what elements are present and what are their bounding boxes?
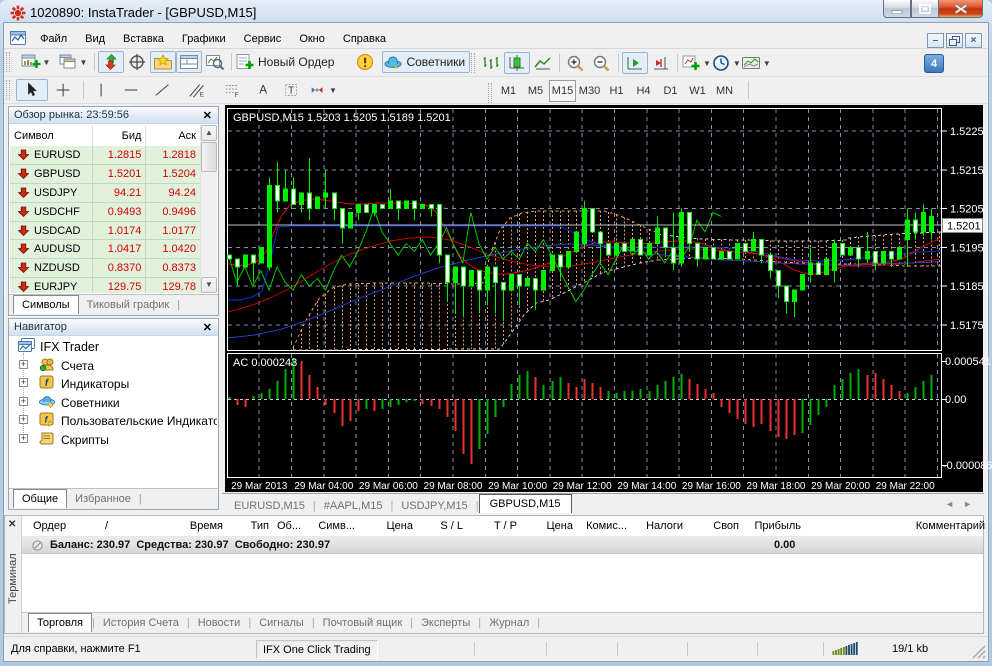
svg-text:F: F xyxy=(234,92,238,99)
svg-text:0.000541: 0.000541 xyxy=(945,356,991,368)
svg-text:1.5215: 1.5215 xyxy=(950,165,984,177)
svg-text:29 Mar 18:00: 29 Mar 18:00 xyxy=(747,481,806,492)
svg-text:29 Mar 04:00: 29 Mar 04:00 xyxy=(294,481,353,492)
svg-text:0.00: 0.00 xyxy=(945,394,966,406)
svg-text:T: T xyxy=(288,86,294,97)
svg-text:29 Mar 06:00: 29 Mar 06:00 xyxy=(359,481,418,492)
svg-text:29 Mar 12:00: 29 Mar 12:00 xyxy=(553,481,612,492)
svg-text:1.5205: 1.5205 xyxy=(950,204,984,216)
svg-text:GBPUSD,M15 1.5203 1.5205 1.51: GBPUSD,M15 1.5203 1.5205 1.5189 1.5201 xyxy=(233,112,451,124)
svg-text:1.5225: 1.5225 xyxy=(950,126,984,138)
svg-text:1.5175: 1.5175 xyxy=(950,320,984,332)
svg-text:29 Mar 22:00: 29 Mar 22:00 xyxy=(876,481,935,492)
svg-text:29 Mar 14:00: 29 Mar 14:00 xyxy=(617,481,676,492)
svg-text:29 Mar 2013: 29 Mar 2013 xyxy=(231,481,288,492)
svg-text:29 Mar 16:00: 29 Mar 16:00 xyxy=(682,481,741,492)
svg-text:E: E xyxy=(200,91,204,98)
svg-text:1.5185: 1.5185 xyxy=(950,281,984,293)
svg-text:A: A xyxy=(259,84,267,97)
svg-text:1.5201: 1.5201 xyxy=(947,221,981,233)
svg-text:AC 0.000243: AC 0.000243 xyxy=(233,357,297,369)
svg-text:29 Mar 20:00: 29 Mar 20:00 xyxy=(811,481,870,492)
svg-text:-0.000086: -0.000086 xyxy=(943,460,992,472)
svg-text:29 Mar 08:00: 29 Mar 08:00 xyxy=(424,481,483,492)
svg-text:29 Mar 10:00: 29 Mar 10:00 xyxy=(488,481,547,492)
svg-text:1.5195: 1.5195 xyxy=(950,242,984,254)
